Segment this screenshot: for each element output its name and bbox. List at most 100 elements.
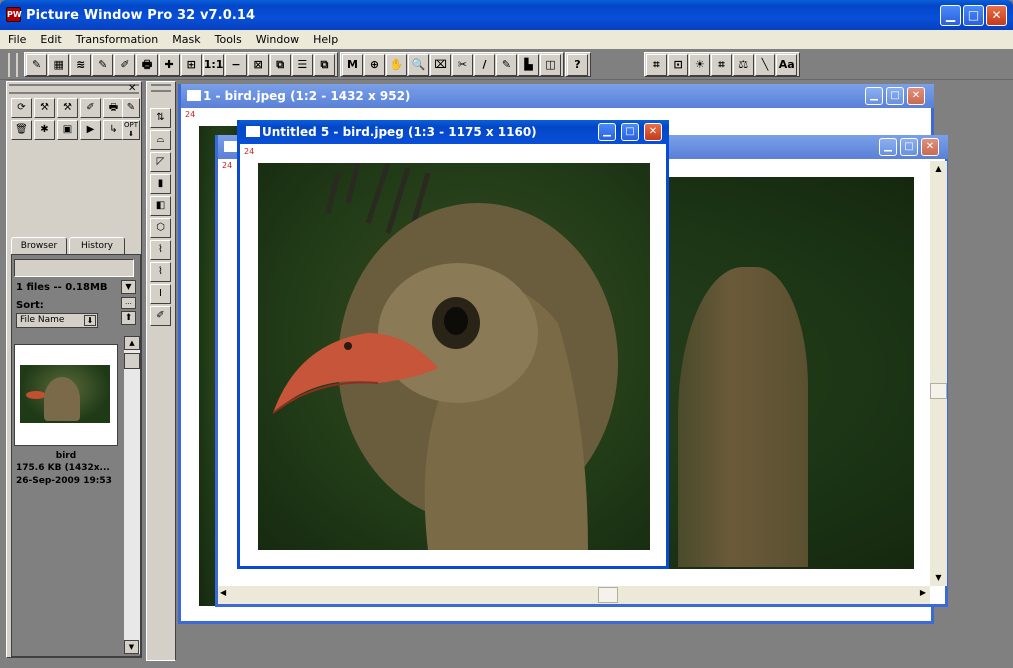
sort-select[interactable]: File Name ⬇ <box>16 313 98 328</box>
menu-help[interactable]: Help <box>305 30 344 46</box>
tool-8-icon[interactable]: ⌇ <box>150 262 171 282</box>
eraser-icon[interactable]: ✐ <box>80 98 101 118</box>
vtool-grip[interactable] <box>151 84 171 92</box>
toolbar-group2-button-6[interactable]: / <box>474 54 495 76</box>
tab-history[interactable]: History <box>69 237 125 255</box>
tool-6-icon[interactable]: ⬡ <box>150 218 171 238</box>
bird-illustration <box>272 163 618 550</box>
window-1-title-bar[interactable]: 1 - bird.jpeg (1:2 - 1432 x 952) ▁ □ ✕ <box>181 84 934 108</box>
pick-icon[interactable]: ⚒ <box>57 98 78 118</box>
options-button[interactable]: OPT ⬇ <box>122 120 140 140</box>
toolbar: ✎ ▦ ≋ ✎ ✐ 🖶 ✚ ⊞ 1:1− ⊠ ⧉ ☰ ⧉ M ⊕ ✋ 🔍 ⌧ ✂ / ✎ ▙ ◫ ? ⌗ ⊡ ☀ ⌗ ⚖ ╲ Aa <box>0 49 1013 80</box>
tool-9-icon[interactable]: Ι <box>150 284 171 304</box>
menu-edit[interactable]: Edit <box>32 30 67 46</box>
new-folder-icon[interactable]: ✱ <box>34 120 55 140</box>
toolbar-group4-button-1[interactable]: ⊡ <box>667 54 689 76</box>
wand-icon[interactable]: ⚒ <box>34 98 55 118</box>
trash-icon[interactable]: 🗑 <box>11 120 32 140</box>
window-2-image[interactable] <box>258 163 650 550</box>
tool-3-icon[interactable]: ◸ <box>150 152 171 172</box>
panel-scrollbar[interactable]: ▲ ▼ <box>123 336 140 654</box>
toolbar-group-transform: ⌗ ⊡ ☀ ⌗ ⚖ ╲ Aa <box>644 52 800 77</box>
toolbar-group1-button-6[interactable]: ✚ <box>158 54 180 76</box>
window-1-close-button[interactable]: ✕ <box>907 87 925 105</box>
toolbar-group2-button-3[interactable]: 🔍 <box>408 54 429 76</box>
path-field[interactable] <box>14 259 134 277</box>
tool-7-icon[interactable]: ⌇ <box>150 240 171 260</box>
toolbar-group1-button-3[interactable]: ✎ <box>92 54 114 76</box>
toolbar-group2-button-8[interactable]: ▙ <box>518 54 539 76</box>
toolbar-grip[interactable] <box>8 53 18 77</box>
window-2-minimize-button[interactable]: ▁ <box>598 123 616 141</box>
panel-grip[interactable] <box>9 84 139 94</box>
toolbar-group2-button-2[interactable]: ✋ <box>386 54 407 76</box>
menu-mask[interactable]: Mask <box>164 30 206 46</box>
minimize-button[interactable]: ▁ <box>940 5 961 26</box>
toolbar-group1-button-10[interactable]: ⊠ <box>247 54 269 76</box>
window-3-minimize-button[interactable]: ▁ <box>879 138 897 156</box>
toolbar-group3-button-0[interactable]: ? <box>567 54 588 76</box>
tool-2-icon[interactable]: ⌓ <box>150 130 171 150</box>
toolbar-group4-button-2[interactable]: ☀ <box>689 54 711 76</box>
menu-tools[interactable]: Tools <box>207 30 248 46</box>
refresh-icon[interactable]: ⟳ <box>11 98 32 118</box>
window-1-minimize-button[interactable]: ▁ <box>865 87 883 105</box>
play-icon[interactable]: ▶ <box>80 120 101 140</box>
chevron-down-icon[interactable]: ▼ <box>121 280 136 294</box>
tool-1-icon[interactable]: ⇅ <box>150 108 171 128</box>
window-2-maximize-button[interactable]: □ <box>621 123 639 141</box>
thumbnail-card[interactable] <box>14 344 118 446</box>
pencil-icon[interactable]: ✎ <box>122 98 140 118</box>
toolbar-group1-button-2[interactable]: ≋ <box>70 54 92 76</box>
window-2-close-button[interactable]: ✕ <box>644 123 662 141</box>
image-window-2[interactable]: Untitled 5 - bird.jpeg (1:3 - 1175 x 116… <box>237 120 669 569</box>
toolbar-group1-button-5[interactable]: 🖶 <box>136 54 158 76</box>
tool-4-icon[interactable]: ▮ <box>150 174 171 194</box>
toolbar-group4-button-6[interactable]: Aa <box>776 54 798 76</box>
window-3-close-button[interactable]: ✕ <box>921 138 939 156</box>
thumbnail-image[interactable] <box>20 365 110 423</box>
app-title-bar: PW Picture Window Pro 32 v7.0.14 ▁ □ ✕ <box>0 0 1013 30</box>
toolbar-group2-button-7[interactable]: ✎ <box>496 54 517 76</box>
image-icon[interactable]: ▣ <box>57 120 78 140</box>
toolbar-group2-button-0[interactable]: M <box>342 54 363 76</box>
window-2-title-bar[interactable]: Untitled 5 - bird.jpeg (1:3 - 1175 x 116… <box>240 120 669 144</box>
tool-5-icon[interactable]: ◧ <box>150 196 171 216</box>
toolbar-group1-button-12[interactable]: ☰ <box>291 54 313 76</box>
window-3-hscrollbar[interactable]: ◀ ▶ <box>218 586 930 604</box>
toolbar-group4-button-0[interactable]: ⌗ <box>646 54 667 76</box>
window-1-maximize-button[interactable]: □ <box>886 87 904 105</box>
toolbar-group1-button-4[interactable]: ✐ <box>114 54 136 76</box>
panel-close-icon[interactable]: ✕ <box>128 83 136 94</box>
tab-browser[interactable]: Browser <box>11 237 67 255</box>
toolbar-group1-button-1[interactable]: ▦ <box>48 54 70 76</box>
toolbar-group4-button-3[interactable]: ⌗ <box>711 54 732 76</box>
toolbar-group4-button-5[interactable]: ╲ <box>754 54 776 76</box>
step-icon[interactable]: ↳ <box>103 120 124 140</box>
toolbar-group1-button-9[interactable]: − <box>225 54 247 76</box>
toolbar-group2-button-5[interactable]: ✂ <box>452 54 473 76</box>
menu-file[interactable]: File <box>0 30 32 46</box>
print-icon[interactable]: 🖶 <box>103 98 124 118</box>
more-button[interactable]: ... <box>121 297 136 309</box>
toolbar-group1-button-7[interactable]: ⊞ <box>180 54 202 76</box>
window-1-title: 1 - bird.jpeg (1:2 - 1432 x 952) <box>203 89 411 103</box>
file-count: 1 files -- 0.18MB <box>16 282 108 293</box>
toolbar-group1-button-8[interactable]: 1:1 <box>202 54 225 76</box>
toolbar-group1-button-0[interactable]: ✎ <box>26 54 48 76</box>
menu-transformation[interactable]: Transformation <box>68 30 165 46</box>
sort-order-button[interactable]: ⬆ <box>121 311 136 325</box>
toolbar-group-tools: M ⊕ ✋ 🔍 ⌧ ✂ / ✎ ▙ ◫ <box>340 52 564 77</box>
maximize-button[interactable]: □ <box>963 5 984 26</box>
toolbar-group1-button-11[interactable]: ⧉ <box>269 54 291 76</box>
menu-window[interactable]: Window <box>248 30 305 46</box>
toolbar-group2-button-4[interactable]: ⌧ <box>430 54 451 76</box>
tool-10-icon[interactable]: ✐ <box>150 306 171 326</box>
toolbar-group2-button-1[interactable]: ⊕ <box>364 54 385 76</box>
window-3-vscrollbar[interactable]: ▲ ▼ <box>930 161 947 586</box>
toolbar-group4-button-4[interactable]: ⚖ <box>732 54 754 76</box>
window-3-maximize-button[interactable]: □ <box>900 138 918 156</box>
close-button[interactable]: ✕ <box>986 5 1007 26</box>
toolbar-group2-button-9[interactable]: ◫ <box>540 54 561 76</box>
toolbar-group1-button-13[interactable]: ⧉ <box>313 54 335 76</box>
